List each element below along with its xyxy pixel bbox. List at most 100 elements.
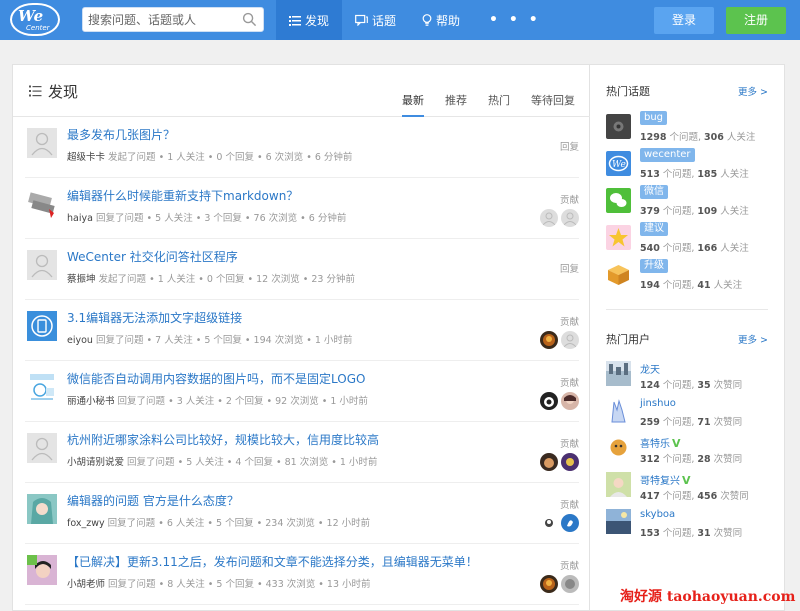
contributor-avatar[interactable]	[561, 453, 579, 471]
search-icon[interactable]	[242, 12, 257, 27]
question-meta: 蔡振坤 发起了问题 • 1 人关注 • 0 个回复 • 12 次浏览 • 23 …	[67, 271, 355, 285]
author-link[interactable]: 蔡振坤	[67, 274, 96, 285]
haiya-avatar[interactable]	[27, 189, 57, 219]
default-avatar[interactable]	[27, 128, 57, 158]
contributor-avatar[interactable]	[540, 392, 558, 410]
user-name[interactable]: skyboa	[640, 509, 675, 520]
question-stats: • 6 人关注 • 5 个回复 • 234 次浏览 • 12 小时前	[155, 518, 371, 529]
litong-avatar[interactable]	[27, 372, 57, 402]
question-title[interactable]: WeCenter 社交化问答社区程序	[67, 248, 238, 265]
topic-stats: 194 个问题, 41 人关注	[640, 280, 743, 291]
contributor-avatar[interactable]	[540, 209, 558, 227]
default-avatar[interactable]	[27, 433, 57, 463]
wechat-icon[interactable]	[606, 188, 631, 213]
contributor-avatar[interactable]	[561, 514, 579, 532]
question-row: 编辑器的问题 官方是什么态度？ fox_zwy 回复了问题 • 6 人关注 • …	[25, 483, 579, 544]
author-link[interactable]: 小胡请别说爱	[67, 457, 124, 468]
nav-help[interactable]: 帮助	[409, 0, 473, 40]
hot-topics-more-link[interactable]: 更多 >	[738, 84, 768, 98]
topic-stats: 540 个问题, 166 人关注	[640, 243, 749, 254]
user-name[interactable]: 龙天	[640, 361, 660, 376]
author-link[interactable]: 丽通小秘书	[67, 396, 115, 407]
fox-avatar[interactable]	[27, 494, 57, 524]
contributor-avatar[interactable]	[540, 514, 558, 532]
contributor-avatar[interactable]	[561, 331, 579, 349]
default-avatar[interactable]	[27, 250, 57, 280]
question-title[interactable]: 3.1编辑器无法添加文字超级链接	[67, 309, 242, 326]
wecenter-logo[interactable]: We Center	[10, 3, 60, 36]
user-name[interactable]: 哥特复兴 V	[640, 472, 691, 487]
tab-recommended[interactable]: 推荐	[445, 92, 467, 117]
topic-tag[interactable]: 微信	[640, 185, 668, 199]
user-avatar[interactable]	[606, 509, 631, 534]
user-item: 喜特乐 V 312 个问题, 28 次赞同	[606, 435, 776, 469]
question-title[interactable]: 杭州附近哪家涂料公司比较好，规模比较大，信用度比较高	[67, 431, 379, 448]
user-avatar[interactable]	[606, 472, 631, 497]
user-name[interactable]: 喜特乐 V	[640, 435, 681, 450]
question-row: WeCenter 社交化问答社区程序 蔡振坤 发起了问题 • 1 人关注 • 0…	[25, 239, 579, 300]
author-link[interactable]: haiya	[67, 213, 93, 224]
author-link[interactable]: fox_zwy	[67, 518, 105, 529]
tab-latest[interactable]: 最新	[402, 92, 424, 117]
contributor-avatar[interactable]	[540, 575, 558, 593]
question-title[interactable]: 最多发布几张图片？	[67, 126, 175, 143]
contributor-avatar[interactable]	[561, 575, 579, 593]
user-avatar[interactable]	[606, 398, 631, 423]
contributor-avatar[interactable]	[540, 453, 558, 471]
question-stats: • 7 人关注 • 5 个回复 • 194 次浏览 • 1 小时前	[143, 335, 353, 346]
topic-image[interactable]: We	[606, 151, 631, 176]
author-link[interactable]: 超级卡卡	[67, 152, 105, 163]
question-meta: fox_zwy 回复了问题 • 6 人关注 • 5 个回复 • 234 次浏览 …	[67, 515, 370, 529]
topic-image[interactable]	[606, 114, 631, 139]
question-title[interactable]: 【已解决】更新3.11之后，发布问题和文章不能选择分类，且编辑器无菜单！	[67, 553, 478, 570]
tab-hot[interactable]: 热门	[488, 92, 510, 117]
hu-teacher-avatar[interactable]	[27, 555, 57, 585]
question-title[interactable]: 编辑器什么时候能重新支持下markdown？	[67, 187, 298, 204]
login-button[interactable]: 登录	[654, 7, 714, 34]
topic-tag[interactable]: 建议	[640, 222, 668, 236]
question-title[interactable]: 编辑器的问题 官方是什么态度？	[67, 492, 239, 509]
main-nav: 发现 话题 帮助 • • •	[276, 0, 554, 40]
contributor-avatar[interactable]	[561, 209, 579, 227]
topic-tag[interactable]: wecenter	[640, 148, 695, 162]
user-name[interactable]: jinshuo	[640, 398, 676, 409]
search-input[interactable]	[83, 8, 238, 31]
user-stats: 312 个问题, 28 次赞同	[640, 454, 743, 465]
contributor-label: 贡献	[559, 561, 579, 572]
hot-users-more-link[interactable]: 更多 >	[738, 332, 768, 346]
question-title[interactable]: 微信能否自动调用内容数据的图片吗，而不是固定LOGO	[67, 370, 365, 387]
user-stats: 124 个问题, 35 次赞同	[640, 380, 743, 391]
nav-discover[interactable]: 发现	[276, 0, 343, 40]
package-icon[interactable]	[606, 262, 631, 287]
question-meta: 丽通小秘书 回复了问题 • 3 人关注 • 2 个回复 • 92 次浏览 • 1…	[67, 393, 368, 407]
action-text: 回复了问题	[108, 579, 156, 590]
top-navbar: We Center 发现 话题 帮助 • • • 登录 注册	[0, 0, 800, 40]
user-item: 龙天 124 个问题, 35 次赞同	[606, 361, 776, 395]
contributor-avatar[interactable]	[540, 331, 558, 349]
nav-help-label: 帮助	[436, 13, 461, 28]
topic-stats: 513 个问题, 185 人关注	[640, 169, 749, 180]
star-icon[interactable]	[606, 225, 631, 250]
question-row: 最多发布几张图片？ 超级卡卡 发起了问题 • 1 人关注 • 0 个回复 • 6…	[25, 117, 579, 178]
eiyou-avatar[interactable]	[27, 311, 57, 341]
more-menu-button[interactable]: • • •	[473, 0, 554, 40]
user-avatar[interactable]	[606, 361, 631, 386]
topic-item: bug 1298 个问题, 306 人关注	[606, 111, 776, 145]
reply-label: 回复	[559, 264, 579, 275]
question-row: 3.1编辑器无法添加文字超级链接 eiyou 回复了问题 • 7 人关注 • 5…	[25, 300, 579, 361]
sidebar: 热门话题 更多 > bug 1298 个问题, 306 人关注 We wecen…	[590, 64, 785, 611]
signup-button[interactable]: 注册	[726, 7, 786, 34]
question-meta: 小胡老师 回复了问题 • 8 人关注 • 5 个回复 • 433 次浏览 • 1…	[67, 576, 371, 590]
question-meta: 超级卡卡 发起了问题 • 1 人关注 • 0 个回复 • 6 次浏览 • 6 分…	[67, 149, 352, 163]
contributor-label: 贡献	[559, 378, 579, 389]
topic-tag[interactable]: 升级	[640, 259, 668, 273]
tab-unanswered[interactable]: 等待回复	[531, 92, 575, 117]
contributor-avatar[interactable]	[561, 392, 579, 410]
nav-topics[interactable]: 话题	[342, 0, 409, 40]
author-link[interactable]: 小胡老师	[67, 579, 105, 590]
svg-text:We: We	[612, 160, 626, 170]
logo-text: We	[18, 7, 44, 25]
user-avatar[interactable]	[606, 435, 631, 460]
author-link[interactable]: eiyou	[67, 335, 93, 346]
topic-tag[interactable]: bug	[640, 111, 668, 125]
